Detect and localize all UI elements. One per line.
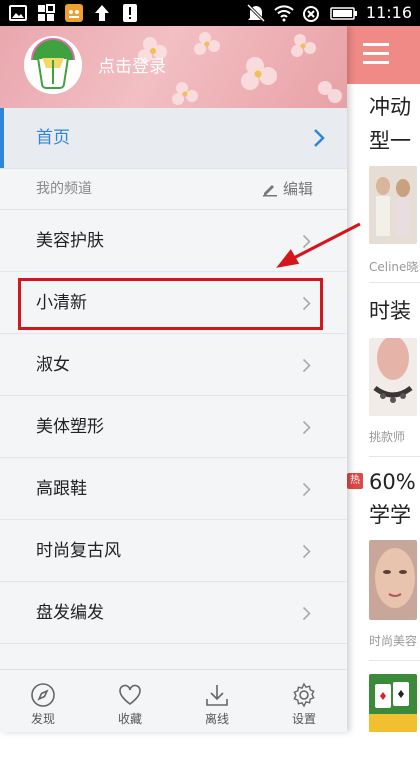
navigation-drawer: 点击登录 首页 我的频道 编辑 美容护肤 小清新 淑女 美体塑形 高跟鞋 时尚复… bbox=[0, 26, 347, 732]
wifi-icon bbox=[274, 5, 294, 22]
nav-favorites[interactable]: 收藏 bbox=[95, 670, 165, 732]
nav-discover[interactable]: 发现 bbox=[8, 670, 78, 732]
mute-icon bbox=[246, 3, 265, 23]
feed-header bbox=[347, 26, 420, 84]
nav-offline[interactable]: 离线 bbox=[182, 670, 252, 732]
avatar[interactable] bbox=[24, 36, 82, 94]
channel-item[interactable]: 时尚复古风 bbox=[0, 520, 347, 582]
menu-icon[interactable] bbox=[363, 43, 389, 65]
edit-button[interactable]: 编辑 bbox=[262, 178, 313, 200]
article-thumbnail[interactable] bbox=[369, 338, 417, 416]
nav-settings[interactable]: 设置 bbox=[269, 670, 339, 732]
upload-icon bbox=[95, 5, 109, 21]
channel-label: 美体塑形 bbox=[36, 417, 104, 437]
article-title[interactable]: 型一 bbox=[369, 126, 411, 156]
article-title[interactable]: 学学 bbox=[369, 500, 411, 530]
channel-label: 盘发编发 bbox=[36, 603, 104, 623]
channel-item[interactable]: 美体塑形 bbox=[0, 396, 347, 458]
grid-icon bbox=[38, 4, 55, 21]
article-title[interactable]: 60% bbox=[369, 467, 416, 497]
login-link[interactable]: 点击登录 bbox=[98, 56, 166, 78]
chevron-right-icon bbox=[302, 544, 311, 559]
edit-label: 编辑 bbox=[282, 180, 313, 198]
chevron-right-icon bbox=[302, 420, 311, 435]
status-time: 11:16 bbox=[365, 3, 412, 22]
channel-label: 美容护肤 bbox=[36, 231, 104, 251]
heart-icon bbox=[119, 684, 141, 705]
channel-item[interactable]: 盘发编发 bbox=[0, 582, 347, 644]
chevron-right-icon bbox=[302, 358, 311, 373]
home-label: 首页 bbox=[36, 128, 70, 148]
compass-icon bbox=[31, 683, 55, 707]
image-icon bbox=[9, 5, 27, 21]
divider bbox=[369, 456, 420, 457]
nav-label: 离线 bbox=[204, 712, 229, 726]
nav-label: 收藏 bbox=[117, 712, 142, 726]
pencil-icon bbox=[262, 185, 277, 197]
article-source: 挑款师 bbox=[369, 430, 406, 444]
article-title[interactable]: 时装 bbox=[369, 296, 411, 326]
divider bbox=[369, 282, 420, 283]
arrow-annotation-icon bbox=[276, 222, 361, 268]
nav-label: 设置 bbox=[291, 712, 316, 726]
article-thumbnail[interactable] bbox=[369, 540, 417, 620]
nav-label: 发现 bbox=[30, 712, 55, 726]
status-bar: 11:16 bbox=[0, 0, 420, 26]
bottom-nav: 发现 收藏 离线 设置 bbox=[0, 669, 347, 732]
alert-icon bbox=[123, 4, 137, 22]
channel-item[interactable]: 淑女 bbox=[0, 334, 347, 396]
my-channels-header: 我的频道 编辑 bbox=[0, 168, 347, 210]
game-icon bbox=[65, 4, 83, 22]
channel-label: 淑女 bbox=[36, 355, 70, 375]
article-source: 时尚美容 bbox=[369, 634, 418, 648]
chevron-right-icon bbox=[302, 482, 311, 497]
feed-panel[interactable]: 冲动 型一 Celine晓 时装 挑款师 热 60% 学学 时尚美容 bbox=[347, 26, 420, 732]
hot-badge: 热 bbox=[347, 473, 363, 489]
channel-item[interactable]: 高跟鞋 bbox=[0, 458, 347, 520]
download-icon bbox=[206, 685, 228, 706]
battery-icon bbox=[330, 7, 357, 20]
chevron-right-icon bbox=[302, 606, 311, 621]
channel-label: 高跟鞋 bbox=[36, 479, 87, 499]
divider bbox=[369, 660, 420, 661]
article-thumbnail[interactable] bbox=[369, 674, 417, 732]
nav-home[interactable]: 首页 bbox=[0, 108, 347, 168]
chevron-right-icon bbox=[314, 129, 325, 147]
user-avatar-icon bbox=[24, 36, 82, 94]
article-title[interactable]: 冲动 bbox=[369, 92, 411, 122]
drawer-header: 点击登录 bbox=[0, 26, 347, 108]
channel-label: 时尚复古风 bbox=[36, 541, 121, 561]
gear-icon bbox=[293, 682, 315, 708]
signal-icon bbox=[302, 6, 319, 22]
article-thumbnail[interactable] bbox=[369, 166, 417, 244]
article-source: Celine晓 bbox=[369, 260, 419, 274]
highlight-annotation bbox=[18, 278, 323, 330]
section-title: 我的频道 bbox=[36, 181, 92, 197]
